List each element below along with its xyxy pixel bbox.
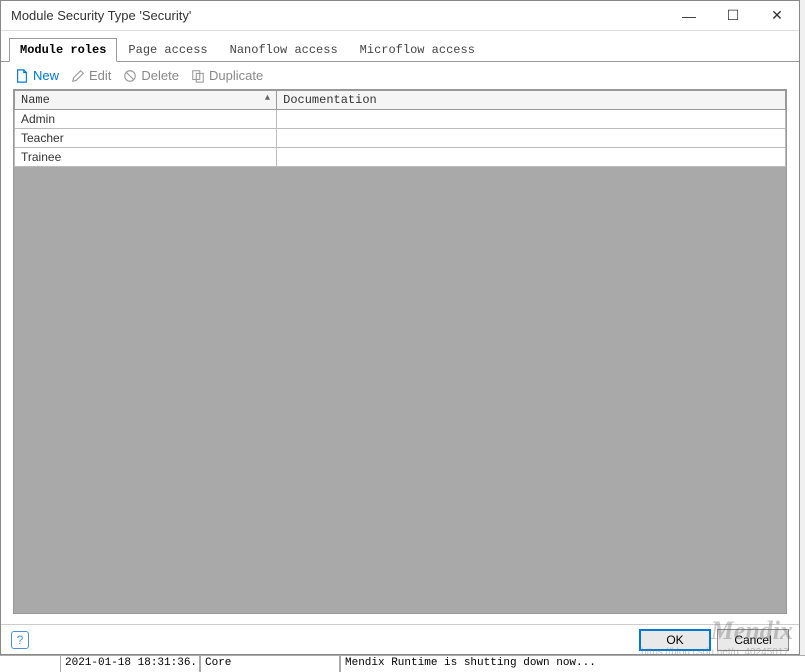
tab-module-roles[interactable]: Module roles bbox=[9, 38, 117, 62]
tab-nanoflow-access[interactable]: Nanoflow access bbox=[219, 38, 349, 62]
cell-name: Admin bbox=[15, 110, 277, 129]
status-message: Mendix Runtime is shutting down now... bbox=[340, 656, 805, 672]
status-timestamp: 2021-01-18 18:31:36... bbox=[60, 656, 200, 672]
cell-documentation bbox=[277, 148, 786, 167]
help-button[interactable]: ? bbox=[11, 631, 29, 649]
table-header-row: Name ▲ Documentation bbox=[15, 91, 786, 110]
table-row[interactable]: Admin bbox=[15, 110, 786, 129]
duplicate-button[interactable]: Duplicate bbox=[191, 68, 263, 83]
tab-microflow-access[interactable]: Microflow access bbox=[349, 38, 486, 62]
titlebar: Module Security Type 'Security' — ☐ ✕ bbox=[1, 1, 799, 31]
table-container: Name ▲ Documentation Admin Teacher bbox=[13, 89, 787, 614]
toolbar-label: New bbox=[33, 68, 59, 83]
tab-bar: Module roles Page access Nanoflow access… bbox=[1, 31, 799, 62]
tab-label: Page access bbox=[128, 43, 207, 57]
button-label: OK bbox=[666, 633, 683, 647]
status-module: Core bbox=[200, 656, 340, 672]
duplicate-icon bbox=[191, 69, 205, 83]
toolbar-label: Edit bbox=[89, 68, 111, 83]
ok-button[interactable]: OK bbox=[639, 629, 711, 651]
minimize-icon: — bbox=[682, 8, 696, 24]
edit-button[interactable]: Edit bbox=[71, 68, 111, 83]
maximize-button[interactable]: ☐ bbox=[711, 1, 755, 30]
sort-asc-icon: ▲ bbox=[265, 93, 270, 103]
column-label: Name bbox=[21, 93, 50, 107]
cell-name: Teacher bbox=[15, 129, 277, 148]
column-label: Documentation bbox=[283, 93, 377, 107]
table-row[interactable]: Teacher bbox=[15, 129, 786, 148]
tab-label: Nanoflow access bbox=[230, 43, 338, 57]
toolbar: New Edit Delete Duplicate bbox=[1, 62, 799, 89]
delete-icon bbox=[123, 69, 137, 83]
window-controls: — ☐ ✕ bbox=[667, 1, 799, 30]
dialog-footer: ? OK Cancel bbox=[1, 624, 799, 654]
delete-button[interactable]: Delete bbox=[123, 68, 179, 83]
close-button[interactable]: ✕ bbox=[755, 1, 799, 30]
cell-documentation bbox=[277, 129, 786, 148]
dialog-window: Module Security Type 'Security' — ☐ ✕ Mo… bbox=[0, 0, 800, 655]
help-icon: ? bbox=[17, 633, 24, 647]
new-button[interactable]: New bbox=[15, 68, 59, 83]
button-label: Cancel bbox=[734, 633, 771, 647]
close-icon: ✕ bbox=[771, 7, 783, 24]
minimize-button[interactable]: — bbox=[667, 1, 711, 30]
cell-name: Trainee bbox=[15, 148, 277, 167]
table-row[interactable]: Trainee bbox=[15, 148, 786, 167]
column-header-name[interactable]: Name ▲ bbox=[15, 91, 277, 110]
tab-page-access[interactable]: Page access bbox=[117, 38, 218, 62]
column-header-documentation[interactable]: Documentation bbox=[277, 91, 786, 110]
tab-label: Microflow access bbox=[360, 43, 475, 57]
window-title: Module Security Type 'Security' bbox=[11, 8, 667, 23]
maximize-icon: ☐ bbox=[727, 7, 740, 24]
pencil-icon bbox=[71, 69, 85, 83]
tab-label: Module roles bbox=[20, 43, 106, 57]
status-cell-empty bbox=[0, 656, 60, 672]
toolbar-label: Duplicate bbox=[209, 68, 263, 83]
status-bar: 2021-01-18 18:31:36... Core Mendix Runti… bbox=[0, 655, 805, 672]
new-file-icon bbox=[15, 69, 29, 83]
roles-table: Name ▲ Documentation Admin Teacher bbox=[14, 90, 786, 167]
toolbar-label: Delete bbox=[141, 68, 179, 83]
cancel-button[interactable]: Cancel bbox=[717, 629, 789, 651]
cell-documentation bbox=[277, 110, 786, 129]
